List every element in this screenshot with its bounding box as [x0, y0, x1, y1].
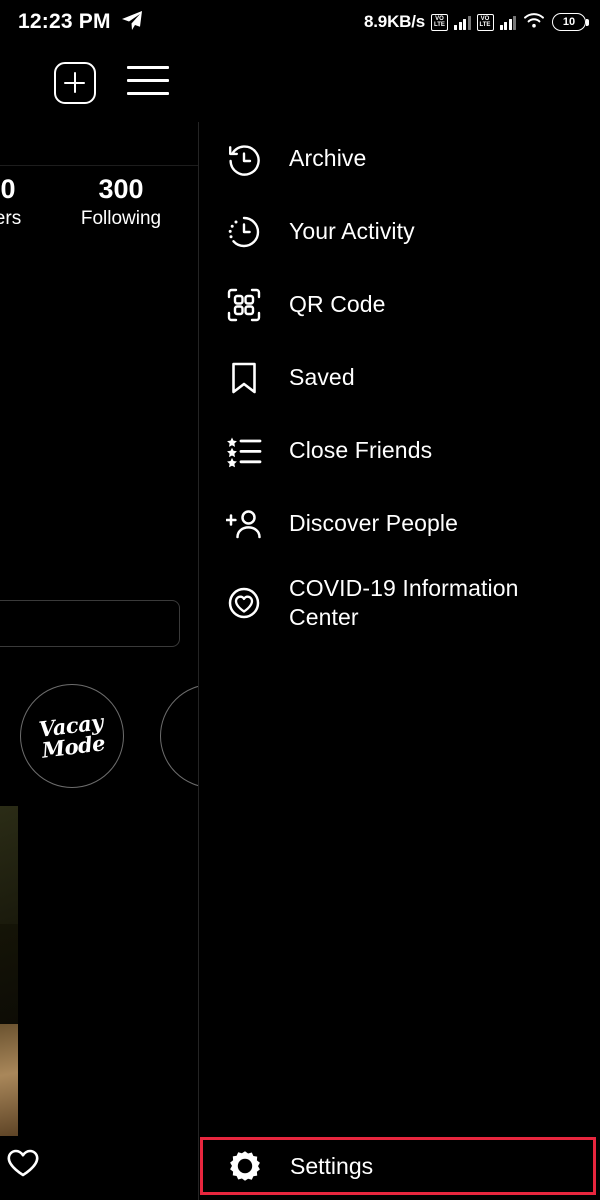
story-highlight-vacay[interactable]: Vacay Mode vacay [20, 684, 124, 800]
heart-icon[interactable] [6, 1148, 40, 1178]
story-highlight-label: vacay [20, 796, 124, 800]
status-bar-right: 8.9KB/s VO LTE VO LTE 10 [364, 10, 589, 35]
photo-grid-sliver[interactable] [0, 806, 18, 1136]
story-highlight-cover-art: Vacay Mode [37, 709, 107, 763]
plus-square-icon[interactable] [54, 62, 96, 104]
story-highlight-label: N [160, 796, 198, 800]
signal-bars-1 [454, 14, 471, 30]
instagram-profile-screen: 12:23 PM 8.9KB/s VO LTE VO LTE 10 0 ers … [0, 0, 600, 1200]
close-friends-star-list-icon [221, 428, 267, 474]
menu-item-label: Saved [289, 364, 355, 390]
volte-sub-2: LTE [479, 22, 491, 28]
stat-following[interactable]: 300 Following [46, 172, 196, 232]
network-speed-label: 8.9KB/s [364, 12, 425, 31]
hamburger-menu-icon[interactable] [127, 66, 169, 100]
menu-item-your-activity[interactable]: Your Activity [199, 195, 600, 268]
stat-followers[interactable]: 0 ers [0, 172, 38, 232]
stat-followers-label: ers [0, 208, 22, 229]
menu-item-close-friends[interactable]: Close Friends [199, 414, 600, 487]
stat-following-label: Following [80, 208, 162, 229]
menu-item-label: Archive [289, 145, 367, 171]
profile-stats: 0 ers 300 Following [0, 172, 198, 232]
signal-bars-2 [499, 14, 516, 30]
saved-bookmark-icon [221, 355, 267, 401]
menu-item-archive[interactable]: Archive [199, 122, 600, 195]
menu-item-label: Discover People [289, 510, 458, 536]
grid-thumbnail[interactable] [0, 1024, 18, 1136]
highlight-art-line2: Mode [40, 730, 107, 763]
story-highlight-ring: Vacay Mode [20, 684, 124, 788]
grid-thumbnail[interactable] [0, 806, 18, 924]
menu-item-settings[interactable]: Settings [203, 1140, 593, 1192]
status-bar: 12:23 PM 8.9KB/s VO LTE VO LTE 10 [0, 0, 600, 44]
profile-content: 0 ers 300 Following Vacay Mode vacay [0, 122, 198, 800]
menu-item-label: Your Activity [289, 218, 415, 244]
menu-item-saved[interactable]: Saved [199, 341, 600, 414]
app-top-bar [0, 44, 600, 166]
volte-icon-2: VO LTE [476, 13, 494, 31]
qr-code-icon [221, 282, 267, 328]
stat-following-count: 300 [98, 174, 144, 204]
profile-side-menu: Archive Your Activity QR Code Saved Clos… [198, 122, 600, 1200]
side-menu-list: Archive Your Activity QR Code Saved Clos… [199, 122, 600, 646]
wifi-icon [522, 10, 546, 35]
your-activity-clock-icon [221, 209, 267, 255]
status-bar-left: 12:23 PM [18, 8, 144, 37]
stat-followers-count: 0 [0, 174, 16, 204]
grid-thumbnail[interactable] [0, 924, 18, 1024]
story-highlight-second[interactable]: - N [160, 684, 198, 800]
menu-item-discover-people[interactable]: Discover People [199, 487, 600, 560]
volte-icon-1: VO LTE [431, 13, 448, 31]
settings-label: Settings [290, 1152, 374, 1179]
menu-item-label: COVID-19 Information Center [289, 575, 519, 630]
covid-heart-icon [221, 580, 267, 626]
menu-item-label: Close Friends [289, 437, 433, 463]
discover-people-person-plus-icon [221, 501, 267, 547]
menu-item-qr-code[interactable]: QR Code [199, 268, 600, 341]
story-highlight-ring: - [160, 684, 198, 788]
archive-clock-icon [221, 136, 267, 182]
status-bar-clock: 12:23 PM [18, 10, 111, 33]
menu-item-covid-information-center[interactable]: COVID-19 Information Center [199, 560, 600, 646]
gear-icon [222, 1143, 268, 1189]
telegram-send-icon [120, 8, 144, 37]
volte-sub-1: LTE [434, 22, 445, 28]
battery-indicator: 10 [552, 13, 589, 31]
settings-highlight-box: Settings [200, 1137, 596, 1195]
edit-profile-button[interactable] [0, 600, 180, 647]
menu-item-label: QR Code [289, 291, 386, 317]
